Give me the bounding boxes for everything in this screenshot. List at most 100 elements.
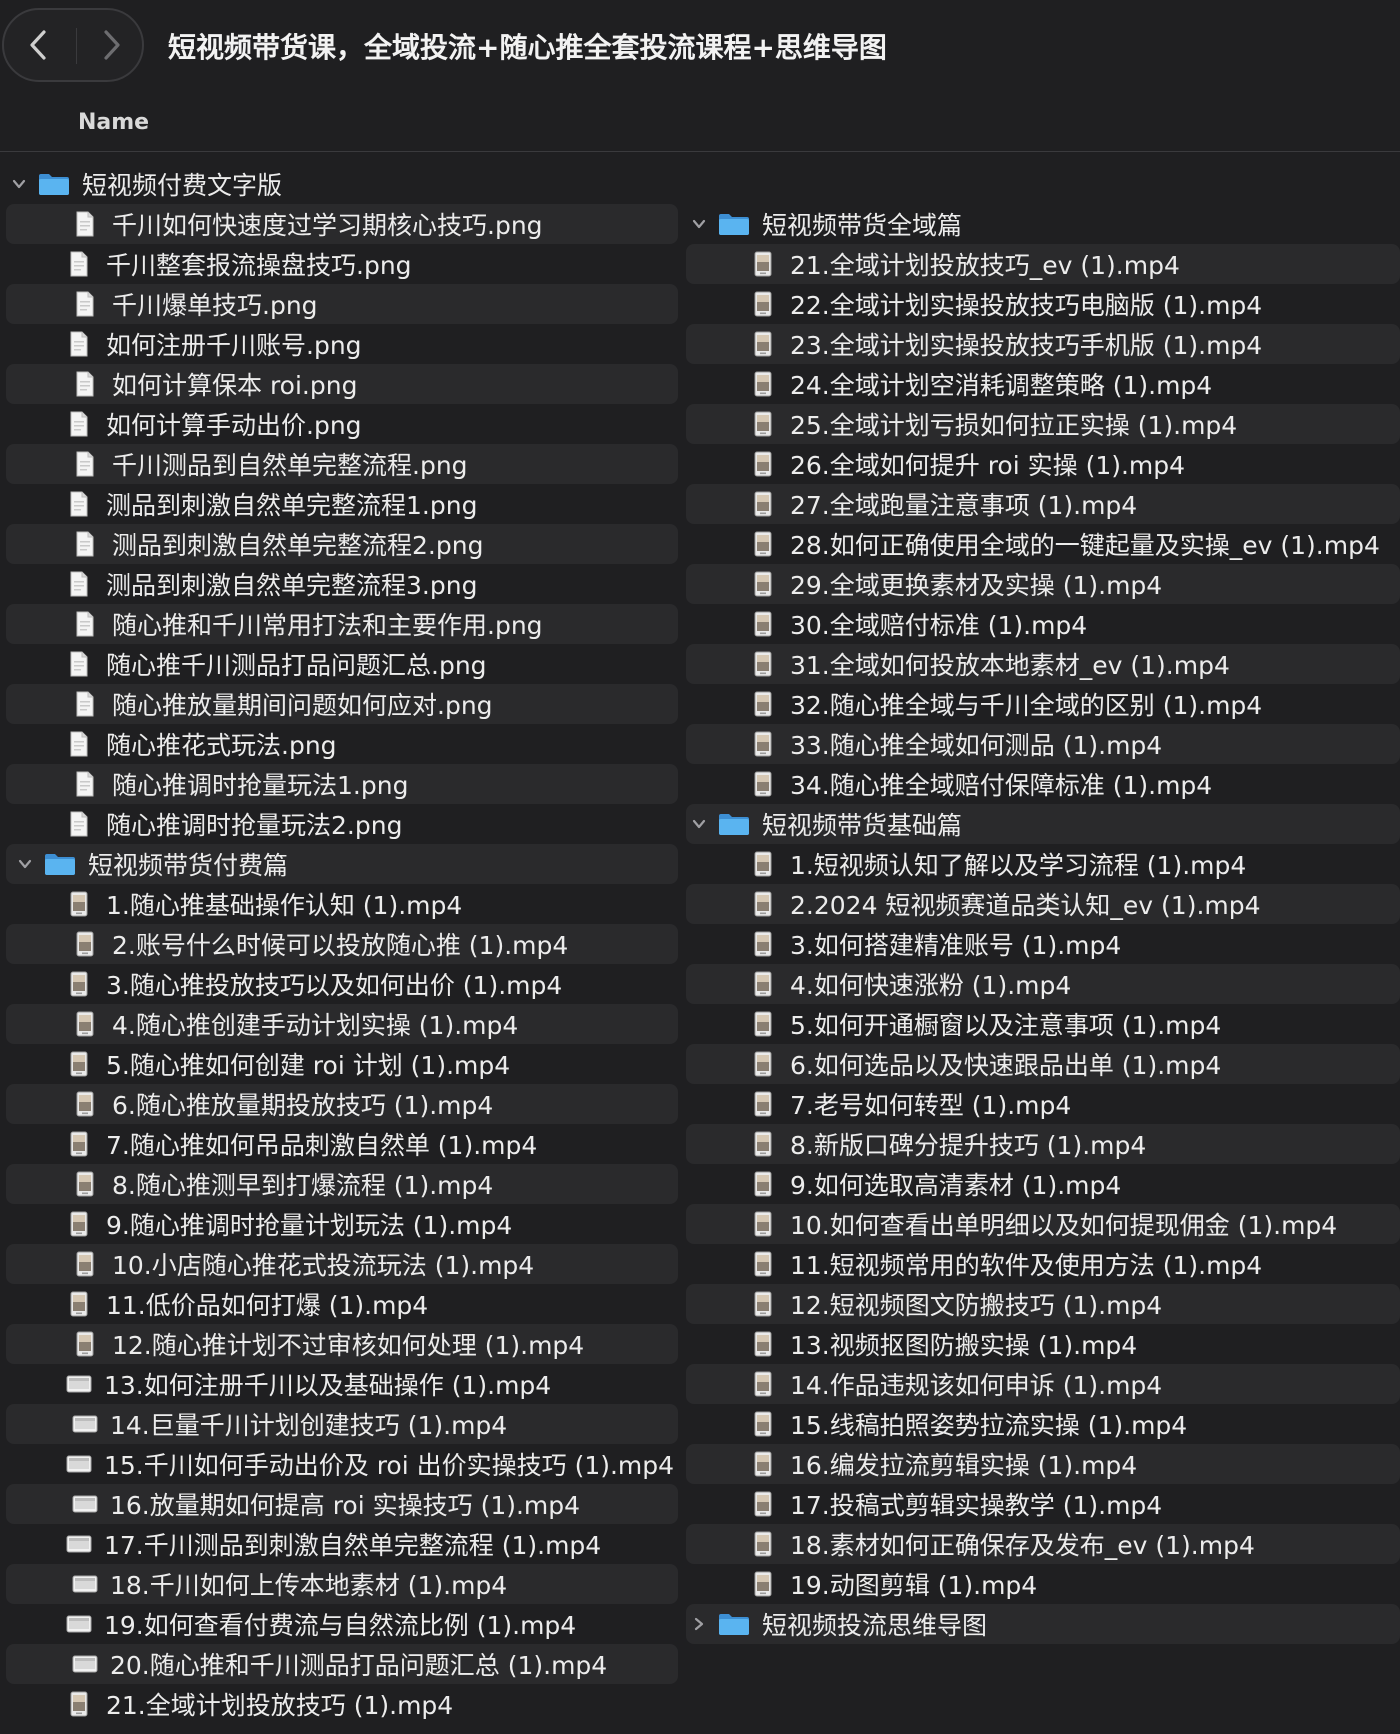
file-row[interactable]: 测品到刺激自然单完整流程2.png [6, 524, 678, 564]
file-row[interactable]: 如何计算保本 roi.png [6, 364, 678, 404]
file-row[interactable]: 14.巨量千川计划创建技巧 (1).mp4 [6, 1404, 678, 1444]
file-row[interactable]: 23.全域计划实操投放技巧手机版 (1).mp4 [686, 324, 1400, 364]
file-name: 7.随心推如何吊品刺激自然单 (1).mp4 [106, 1131, 538, 1160]
folder-name: 短视频带货基础篇 [762, 811, 963, 840]
column-header-name[interactable]: Name [78, 110, 149, 135]
chevron-down-icon[interactable] [688, 213, 710, 235]
video-file-icon [68, 1051, 90, 1077]
file-row[interactable]: 2.账号什么时候可以投放随心推 (1).mp4 [6, 924, 678, 964]
file-row[interactable]: 随心推调时抢量玩法2.png [0, 804, 678, 844]
file-row[interactable]: 4.如何快速涨粉 (1).mp4 [686, 964, 1400, 1004]
file-row[interactable]: 30.全域赔付标准 (1).mp4 [686, 604, 1400, 644]
file-row[interactable]: 随心推调时抢量玩法1.png [6, 764, 678, 804]
file-row[interactable]: 10.小店随心推花式投流玩法 (1).mp4 [6, 1244, 678, 1284]
video-file-icon [68, 1291, 90, 1317]
file-row[interactable]: 20.随心推和千川测品打品问题汇总 (1).mp4 [6, 1644, 678, 1684]
file-row[interactable]: 4.随心推创建手动计划实操 (1).mp4 [6, 1004, 678, 1044]
file-row[interactable]: 5.随心推如何创建 roi 计划 (1).mp4 [0, 1044, 678, 1084]
file-row[interactable]: 千川如何快速度过学习期核心技巧.png [6, 204, 678, 244]
chevron-right-icon[interactable] [688, 1613, 710, 1635]
file-row[interactable]: 18.素材如何正确保存及发布_ev (1).mp4 [686, 1524, 1400, 1564]
file-row[interactable]: 21.全域计划投放技巧 (1).mp4 [0, 1684, 678, 1724]
folder-row[interactable]: 短视频带货基础篇 [686, 804, 1400, 844]
file-row[interactable]: 随心推千川测品打品问题汇总.png [0, 644, 678, 684]
file-row[interactable]: 7.随心推如何吊品刺激自然单 (1).mp4 [0, 1124, 678, 1164]
file-row[interactable]: 32.随心推全域与千川全域的区别 (1).mp4 [686, 684, 1400, 724]
file-row[interactable]: 19.如何查看付费流与自然流比例 (1).mp4 [0, 1604, 678, 1644]
file-row[interactable]: 26.全域如何提升 roi 实操 (1).mp4 [686, 444, 1400, 484]
folder-row[interactable]: 短视频带货全域篇 [686, 204, 1400, 244]
column-header[interactable]: Name [0, 95, 1400, 152]
file-row[interactable]: 18.千川如何上传本地素材 (1).mp4 [6, 1564, 678, 1604]
image-file-icon [74, 371, 96, 397]
file-name: 17.投稿式剪辑实操教学 (1).mp4 [790, 1491, 1163, 1520]
chevron-down-icon[interactable] [14, 853, 36, 875]
file-row[interactable]: 11.短视频常用的软件及使用方法 (1).mp4 [686, 1244, 1400, 1284]
file-row[interactable]: 21.全域计划投放技巧_ev (1).mp4 [686, 244, 1400, 284]
video-file-icon [752, 1371, 774, 1397]
file-name: 测品到刺激自然单完整流程2.png [112, 531, 484, 560]
file-row[interactable]: 11.低价品如何打爆 (1).mp4 [0, 1284, 678, 1324]
folder-row[interactable]: 短视频投流思维导图 [686, 1604, 1400, 1644]
file-row[interactable]: 14.作品违规该如何申诉 (1).mp4 [686, 1364, 1400, 1404]
file-name: 如何注册千川账号.png [106, 331, 362, 360]
file-row[interactable]: 7.老号如何转型 (1).mp4 [686, 1084, 1400, 1124]
file-row[interactable]: 15.线稿拍照姿势拉流实操 (1).mp4 [686, 1404, 1400, 1444]
folder-row[interactable]: 短视频付费文字版 [0, 164, 678, 204]
file-row[interactable]: 1.随心推基础操作认知 (1).mp4 [0, 884, 678, 924]
file-row[interactable]: 15.千川如何手动出价及 roi 出价实操技巧 (1).mp4 [0, 1444, 678, 1484]
file-row[interactable]: 17.千川测品到刺激自然单完整流程 (1).mp4 [0, 1524, 678, 1564]
file-row[interactable]: 13.视频抠图防搬实操 (1).mp4 [686, 1324, 1400, 1364]
file-row[interactable]: 随心推和千川常用打法和主要作用.png [6, 604, 678, 644]
file-row[interactable]: 9.如何选取高清素材 (1).mp4 [686, 1164, 1400, 1204]
file-row[interactable]: 25.全域计划亏损如何拉正实操 (1).mp4 [686, 404, 1400, 444]
file-row[interactable]: 测品到刺激自然单完整流程3.png [0, 564, 678, 604]
file-row[interactable]: 3.随心推投放技巧以及如何出价 (1).mp4 [0, 964, 678, 1004]
file-row[interactable]: 千川整套报流操盘技巧.png [0, 244, 678, 284]
file-row[interactable]: 如何计算手动出价.png [0, 404, 678, 444]
file-row[interactable]: 千川爆单技巧.png [6, 284, 678, 324]
chevron-down-icon[interactable] [688, 813, 710, 835]
file-row[interactable]: 6.随心推放量期投放技巧 (1).mp4 [6, 1084, 678, 1124]
image-file-icon [74, 211, 96, 237]
file-row[interactable]: 27.全域跑量注意事项 (1).mp4 [686, 484, 1400, 524]
file-row[interactable]: 29.全域更换素材及实操 (1).mp4 [686, 564, 1400, 604]
file-row[interactable]: 33.随心推全域如何测品 (1).mp4 [686, 724, 1400, 764]
back-button[interactable] [14, 22, 64, 68]
file-row[interactable]: 13.如何注册千川以及基础操作 (1).mp4 [0, 1364, 678, 1404]
file-row[interactable]: 12.随心推计划不过审核如何处理 (1).mp4 [6, 1324, 678, 1364]
file-name: 27.全域跑量注意事项 (1).mp4 [790, 491, 1138, 520]
file-row[interactable]: 10.如何查看出单明细以及如何提现佣金 (1).mp4 [686, 1204, 1400, 1244]
file-row[interactable]: 34.随心推全域赔付保障标准 (1).mp4 [686, 764, 1400, 804]
folder-row[interactable]: 短视频带货付费篇 [6, 844, 678, 884]
file-name: 千川整套报流操盘技巧.png [106, 251, 412, 280]
file-name: 随心推调时抢量玩法1.png [112, 771, 409, 800]
file-row[interactable]: 16.编发拉流剪辑实操 (1).mp4 [686, 1444, 1400, 1484]
video-file-icon [752, 1211, 774, 1237]
file-row[interactable]: 随心推花式玩法.png [0, 724, 678, 764]
file-row[interactable]: 测品到刺激自然单完整流程1.png [0, 484, 678, 524]
file-row[interactable]: 如何注册千川账号.png [0, 324, 678, 364]
file-row[interactable]: 22.全域计划实操投放技巧电脑版 (1).mp4 [686, 284, 1400, 324]
file-row[interactable]: 9.随心推调时抢量计划玩法 (1).mp4 [0, 1204, 678, 1244]
file-row[interactable]: 19.动图剪辑 (1).mp4 [686, 1564, 1400, 1604]
video-file-icon [752, 331, 774, 357]
file-row[interactable]: 随心推放量期间问题如何应对.png [6, 684, 678, 724]
chevron-down-icon[interactable] [8, 173, 30, 195]
file-row[interactable]: 16.放量期如何提高 roi 实操技巧 (1).mp4 [6, 1484, 678, 1524]
file-row[interactable]: 8.随心推测早到打爆流程 (1).mp4 [6, 1164, 678, 1204]
file-name: 如何计算保本 roi.png [112, 371, 358, 400]
file-row[interactable]: 6.如何选品以及快速跟品出单 (1).mp4 [686, 1044, 1400, 1084]
file-row[interactable]: 8.新版口碑分提升技巧 (1).mp4 [686, 1124, 1400, 1164]
file-row[interactable]: 1.短视频认知了解以及学习流程 (1).mp4 [686, 844, 1400, 884]
file-row[interactable]: 5.如何开通橱窗以及注意事项 (1).mp4 [686, 1004, 1400, 1044]
file-row[interactable]: 24.全域计划空消耗调整策略 (1).mp4 [686, 364, 1400, 404]
forward-button[interactable] [86, 22, 136, 68]
file-row[interactable]: 28.如何正确使用全域的一键起量及实操_ev (1).mp4 [686, 524, 1400, 564]
file-row[interactable]: 31.全域如何投放本地素材_ev (1).mp4 [686, 644, 1400, 684]
file-row[interactable]: 17.投稿式剪辑实操教学 (1).mp4 [686, 1484, 1400, 1524]
file-row[interactable]: 3.如何搭建精准账号 (1).mp4 [686, 924, 1400, 964]
file-row[interactable]: 千川测品到自然单完整流程.png [6, 444, 678, 484]
file-row[interactable]: 12.短视频图文防搬技巧 (1).mp4 [686, 1284, 1400, 1324]
file-row[interactable]: 2.2024 短视频赛道品类认知_ev (1).mp4 [686, 884, 1400, 924]
